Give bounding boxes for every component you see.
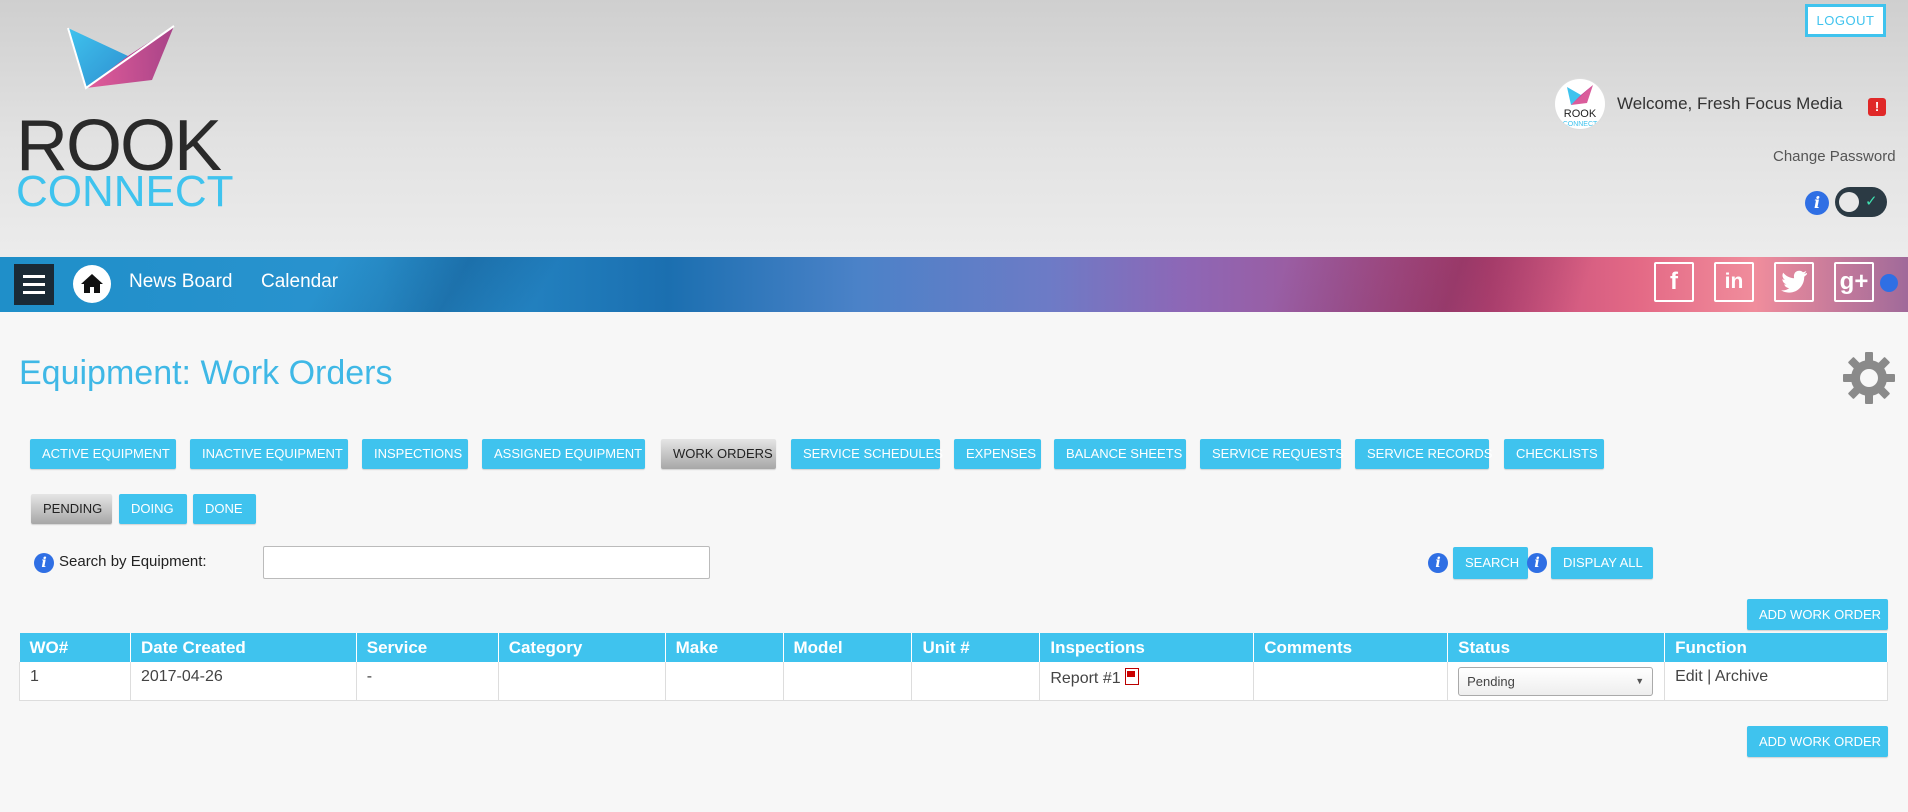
- cell-comments: [1253, 662, 1449, 701]
- rook-connect-logo[interactable]: ROOK CONNECT: [16, 18, 234, 218]
- col-function[interactable]: Function: [1664, 633, 1888, 662]
- tab-inactive-equipment[interactable]: INACTIVE EQUIPMENT: [190, 439, 348, 469]
- add-work-order-button-top[interactable]: ADD WORK ORDER: [1747, 599, 1888, 630]
- cell-status: Pending ▼: [1447, 662, 1666, 701]
- status-select[interactable]: Pending ▼: [1458, 667, 1654, 696]
- display-all-button[interactable]: DISPLAY ALL: [1551, 547, 1653, 579]
- search-button[interactable]: SEARCH: [1453, 547, 1528, 579]
- logo-mark-icon: [67, 25, 175, 90]
- cell-unit: [911, 662, 1041, 701]
- subtab-done[interactable]: DONE: [193, 494, 256, 524]
- search-equipment-input[interactable]: [263, 546, 710, 579]
- alert-icon[interactable]: !: [1868, 98, 1886, 116]
- gear-icon[interactable]: [1842, 351, 1896, 405]
- col-date-created[interactable]: Date Created: [130, 633, 357, 662]
- cell-category: [498, 662, 666, 701]
- col-make[interactable]: Make: [665, 633, 784, 662]
- tab-inspections[interactable]: INSPECTIONS: [362, 439, 468, 469]
- welcome-text: Welcome, Fresh Focus Media: [1617, 94, 1843, 113]
- search-info-icon[interactable]: i: [34, 553, 54, 573]
- col-comments[interactable]: Comments: [1253, 633, 1449, 662]
- nav-info-dot-icon[interactable]: [1880, 274, 1898, 292]
- col-model[interactable]: Model: [783, 633, 913, 662]
- add-work-order-button-bottom[interactable]: ADD WORK ORDER: [1747, 726, 1888, 757]
- inspection-report-link[interactable]: Report #1: [1050, 670, 1120, 687]
- edit-link[interactable]: Edit: [1675, 668, 1703, 685]
- search-label: Search by Equipment:: [59, 553, 207, 570]
- work-orders-table: WO# Date Created Service Category Make M…: [19, 633, 1888, 701]
- col-category[interactable]: Category: [498, 633, 666, 662]
- check-icon: ✓: [1865, 193, 1878, 210]
- chevron-down-icon: ▼: [1635, 676, 1645, 686]
- logout-button[interactable]: LOGOUT: [1805, 4, 1886, 37]
- nav-calendar[interactable]: Calendar: [261, 271, 338, 293]
- tab-assigned-equipment[interactable]: ASSIGNED EQUIPMENT: [482, 439, 645, 469]
- tab-service-records[interactable]: SERVICE RECORDS: [1355, 439, 1492, 469]
- top-navbar: News Board Calendar f in g+: [0, 257, 1908, 312]
- cell-inspections: Report #1: [1039, 662, 1255, 701]
- tab-checklists[interactable]: CHECKLISTS: [1504, 439, 1604, 469]
- function-separator: |: [1707, 668, 1712, 685]
- logo-word-connect: CONNECT: [16, 167, 234, 216]
- col-service[interactable]: Service: [356, 633, 499, 662]
- col-unit[interactable]: Unit #: [911, 633, 1041, 662]
- status-select-value: Pending: [1467, 674, 1515, 689]
- tab-expenses[interactable]: EXPENSES: [954, 439, 1041, 469]
- home-button[interactable]: [73, 265, 111, 303]
- col-inspections[interactable]: Inspections: [1039, 633, 1255, 662]
- info-icon[interactable]: i: [1805, 191, 1829, 215]
- linkedin-icon[interactable]: in: [1714, 262, 1754, 302]
- subtab-pending[interactable]: PENDING: [31, 494, 112, 524]
- cell-function: Edit | Archive: [1664, 662, 1888, 701]
- nav-news-board[interactable]: News Board: [129, 271, 233, 293]
- pdf-icon[interactable]: [1124, 668, 1139, 685]
- avatar-logo-text: ROOK: [1564, 108, 1597, 120]
- tab-active-equipment[interactable]: ACTIVE EQUIPMENT: [30, 439, 176, 469]
- header: ROOK CONNECT LOGOUT ROOK CONNECT Welcome…: [0, 0, 1908, 257]
- theme-toggle[interactable]: ✓: [1835, 187, 1887, 217]
- cell-date: 2017-04-26: [130, 662, 357, 701]
- cell-model: [783, 662, 913, 701]
- home-icon: [81, 274, 103, 293]
- table-header-row: WO# Date Created Service Category Make M…: [19, 633, 1888, 662]
- page-title: Equipment: Work Orders: [19, 354, 393, 392]
- avatar[interactable]: ROOK CONNECT: [1555, 79, 1605, 129]
- hamburger-icon: [23, 275, 45, 278]
- googleplus-icon[interactable]: g+: [1834, 262, 1874, 302]
- change-password-link[interactable]: Change Password: [1773, 148, 1896, 165]
- twitter-bird-icon: [1781, 270, 1807, 293]
- avatar-logo-icon: ROOK CONNECT: [1563, 85, 1598, 128]
- cell-service: -: [356, 662, 499, 701]
- cell-wo: 1: [19, 662, 131, 701]
- subtab-doing[interactable]: DOING: [119, 494, 187, 524]
- cell-make: [665, 662, 784, 701]
- tab-work-orders[interactable]: WORK ORDERS: [661, 439, 776, 469]
- col-wo[interactable]: WO#: [19, 633, 131, 662]
- toggle-knob: [1839, 192, 1859, 212]
- hamburger-menu-button[interactable]: [14, 264, 54, 305]
- archive-link[interactable]: Archive: [1715, 668, 1768, 685]
- avatar-logo-subtext: CONNECT: [1563, 121, 1598, 128]
- search-button-info-icon[interactable]: i: [1428, 553, 1448, 573]
- display-all-info-icon[interactable]: i: [1527, 553, 1547, 573]
- tab-service-schedules[interactable]: SERVICE SCHEDULES: [791, 439, 943, 469]
- tab-service-requests[interactable]: SERVICE REQUESTS: [1200, 439, 1344, 469]
- table-row: 1 2017-04-26 - Report #1 Pending ▼ Edit …: [19, 662, 1888, 701]
- tab-balance-sheets[interactable]: BALANCE SHEETS: [1054, 439, 1186, 469]
- col-status[interactable]: Status: [1447, 633, 1666, 662]
- twitter-icon[interactable]: [1774, 262, 1814, 302]
- facebook-icon[interactable]: f: [1654, 262, 1694, 302]
